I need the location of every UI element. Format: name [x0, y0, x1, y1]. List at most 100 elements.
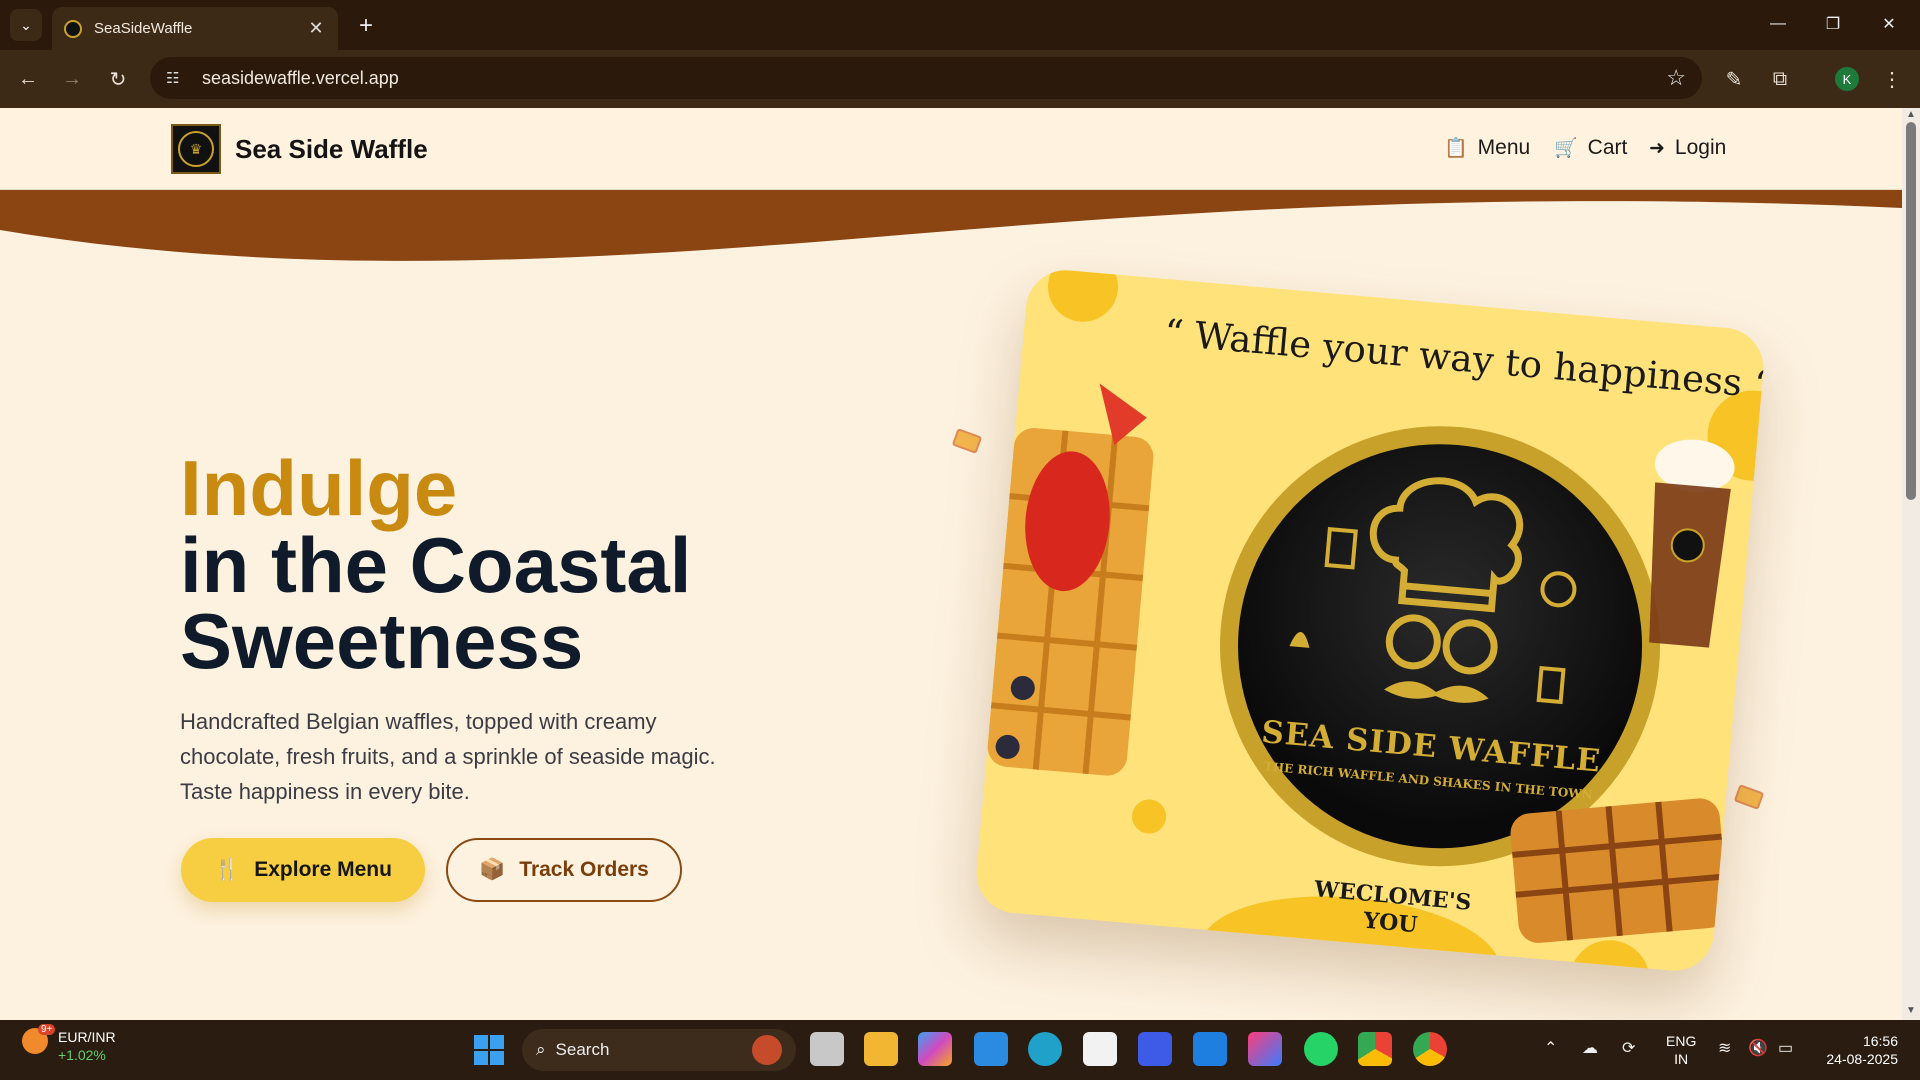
- microsoft-store-icon[interactable]: [1083, 1032, 1117, 1066]
- arrow-right-icon: →: [62, 67, 82, 90]
- onedrive-icon[interactable]: ☁: [1582, 1038, 1598, 1058]
- login-icon: ➜: [1649, 137, 1665, 159]
- weather-icon: 9+: [22, 1024, 56, 1054]
- nav-login-label: Login: [1674, 136, 1727, 159]
- favicon-icon: [64, 19, 82, 38]
- clock-time: 16:56: [1862, 1033, 1898, 1049]
- site-header: ♛ Sea Side Waffle 📋 Menu 🛒 Cart ➜ Login: [0, 108, 1902, 190]
- more-vertical-icon: ⋮: [1882, 68, 1902, 91]
- speaker-muted-icon[interactable]: 🔇: [1748, 1038, 1768, 1058]
- bookmark-star-icon[interactable]: ☆: [1666, 65, 1686, 91]
- scroll-up-icon[interactable]: ▲: [1906, 110, 1916, 120]
- close-window-button[interactable]: ✕: [1866, 8, 1912, 40]
- hero-title-line3: Sweetness: [180, 597, 584, 685]
- discord-like-icon[interactable]: [1138, 1032, 1172, 1066]
- cart-icon: 🛒: [1554, 138, 1578, 159]
- chevron-down-icon: ⌄: [20, 16, 32, 33]
- hero-description: Handcrafted Belgian waffles, topped with…: [180, 709, 716, 804]
- clock-date: 24-08-2025: [1826, 1051, 1898, 1067]
- url-text: seasidewaffle.vercel.app: [202, 67, 399, 88]
- hero-title-line2: in the Coastal: [180, 521, 692, 609]
- browser-tab[interactable]: SeaSideWaffle ✕: [52, 7, 338, 50]
- minimize-button[interactable]: —: [1755, 8, 1801, 40]
- task-view-icon[interactable]: [810, 1032, 844, 1066]
- language-indicator[interactable]: ENG IN: [1666, 1032, 1696, 1068]
- page-scrollbar[interactable]: ▲ ▼: [1902, 108, 1920, 1020]
- puzzle-icon: ⧉: [1772, 67, 1788, 90]
- search-highlight-icon: [752, 1035, 782, 1065]
- intellij-icon[interactable]: [1248, 1032, 1282, 1066]
- mail-icon[interactable]: [1193, 1032, 1227, 1066]
- forward-button[interactable]: →: [56, 63, 88, 95]
- waffle-deco-icon: [951, 428, 983, 454]
- site-logo[interactable]: ♛: [171, 124, 221, 174]
- tab-title: SeaSideWaffle: [94, 20, 193, 37]
- nav-login-link[interactable]: ➜ Login: [1649, 136, 1726, 160]
- milkshake-image: [1649, 439, 1735, 648]
- nav-menu-link[interactable]: 📋 Menu: [1444, 136, 1530, 160]
- restore-button[interactable]: ❐: [1810, 8, 1856, 40]
- utensils-icon: 🍴: [214, 858, 241, 881]
- arrow-left-icon: ←: [18, 67, 38, 90]
- windows-taskbar: 9+ EUR/INR +1.02% ⌕ Search ⌃ ☁ ⟳ ENG IN …: [0, 1020, 1920, 1080]
- drink-icon: [1536, 665, 1566, 705]
- tab-close-button[interactable]: ✕: [306, 18, 326, 39]
- card-quote: “ Waffle your way to happiness “: [1162, 311, 1767, 408]
- clipboard-icon: 📋: [1444, 138, 1468, 159]
- hero-highlight: Indulge: [180, 444, 458, 532]
- address-bar[interactable]: ☷ seasidewaffle.vercel.app ☆: [150, 57, 1702, 99]
- hero-image-card: “ Waffle your way to happiness “ SEA SID…: [940, 258, 1790, 978]
- browser-toolbar: ← → ↻ ☷ seasidewaffle.vercel.app ☆ ✎ ⧉ K…: [0, 50, 1920, 108]
- edge-icon[interactable]: [1028, 1032, 1062, 1066]
- tray-overflow-icon[interactable]: ⌃: [1544, 1038, 1557, 1058]
- brand-name[interactable]: Sea Side Waffle: [235, 134, 428, 165]
- taskbar-search-label: Search: [555, 1040, 610, 1059]
- nav-cart-link[interactable]: 🛒 Cart: [1554, 136, 1627, 160]
- start-button[interactable]: [474, 1035, 504, 1065]
- ticker-change: +1.02%: [58, 1047, 106, 1063]
- file-explorer-icon[interactable]: [864, 1032, 898, 1066]
- back-button[interactable]: ←: [12, 63, 44, 95]
- scroll-thumb[interactable]: [1906, 122, 1916, 500]
- profile-avatar[interactable]: K: [1835, 67, 1859, 91]
- pen-icon: ✎: [1725, 68, 1743, 91]
- lang-code: ENG: [1666, 1033, 1697, 1049]
- sundae-icon: [1289, 632, 1310, 648]
- fries-icon: [1324, 526, 1358, 570]
- track-orders-button[interactable]: 📦 Track Orders: [446, 838, 682, 902]
- nav-menu-label: Menu: [1477, 136, 1531, 159]
- track-orders-label: Track Orders: [519, 858, 649, 881]
- web-page: ♛ Sea Side Waffle 📋 Menu 🛒 Cart ➜ Login …: [0, 108, 1902, 1020]
- notification-badge: 9+: [38, 1024, 56, 1035]
- ice-cream-cone-icon: [1540, 571, 1577, 608]
- chrome-icon[interactable]: [1413, 1032, 1447, 1066]
- clock[interactable]: 16:56 24-08-2025: [1818, 1032, 1898, 1068]
- site-info-icon[interactable]: ☷: [166, 69, 188, 87]
- chrome-profile-icon[interactable]: [1358, 1032, 1392, 1066]
- region-code: IN: [1674, 1051, 1689, 1067]
- promo-card: “ Waffle your way to happiness “ SEA SID…: [973, 266, 1767, 975]
- scroll-down-icon[interactable]: ▼: [1906, 1006, 1916, 1016]
- reload-button[interactable]: ↻: [102, 63, 134, 95]
- copilot-icon[interactable]: [918, 1032, 952, 1066]
- extensions-button[interactable]: ⧉: [1764, 63, 1796, 95]
- battery-icon[interactable]: ▭: [1778, 1038, 1793, 1058]
- new-tab-button[interactable]: +: [350, 10, 382, 42]
- vscode-icon[interactable]: [974, 1032, 1008, 1066]
- pen-tool-button[interactable]: ✎: [1718, 63, 1750, 95]
- whatsapp-icon[interactable]: [1304, 1032, 1338, 1066]
- chef-hat-icon: ♛: [178, 131, 214, 167]
- explore-menu-button[interactable]: 🍴 Explore Menu: [181, 838, 425, 902]
- box-icon: 📦: [479, 858, 506, 881]
- browser-menu-button[interactable]: ⋮: [1876, 63, 1908, 95]
- ticker-name: EUR/INR: [58, 1029, 116, 1045]
- tab-search-button[interactable]: ⌄: [10, 9, 42, 41]
- taskbar-search[interactable]: ⌕ Search: [522, 1029, 796, 1071]
- widgets-button[interactable]: 9+ EUR/INR +1.02%: [22, 1024, 116, 1064]
- search-icon: ⌕: [536, 1040, 546, 1059]
- syrup-waffle-image: [1510, 798, 1728, 943]
- wifi-icon[interactable]: ≋: [1718, 1038, 1731, 1058]
- sync-icon[interactable]: ⟳: [1622, 1038, 1635, 1058]
- nav-cart-label: Cart: [1587, 136, 1628, 159]
- reload-icon: ↻: [109, 68, 127, 91]
